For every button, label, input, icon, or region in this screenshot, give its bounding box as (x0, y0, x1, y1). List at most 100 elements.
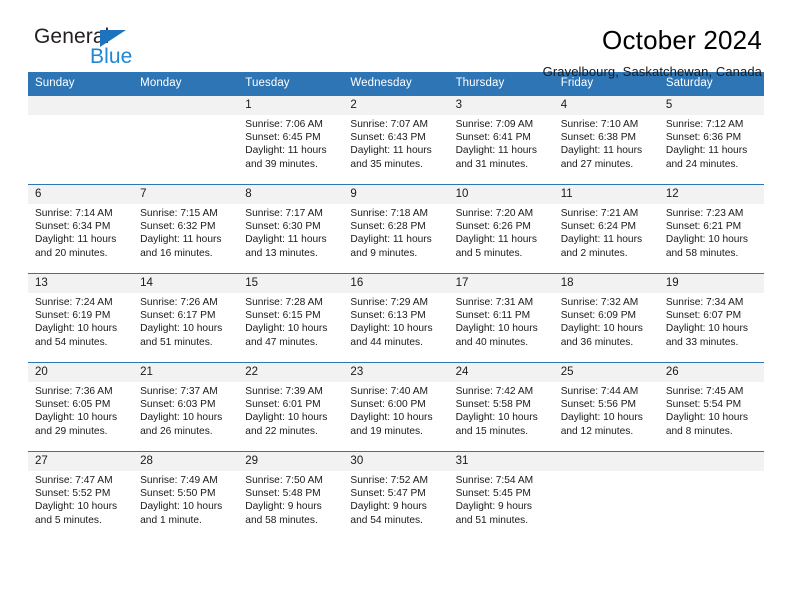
calendar-week-row: 20 Sunrise: 7:36 AM Sunset: 6:05 PM Dayligh… (28, 362, 764, 452)
weekday-header-tuesday: Tuesday (238, 72, 344, 96)
calendar-day-cell[interactable]: 1 Sunrise: 7:06 AM Sunset: 6:45 PM Daylight… (238, 95, 344, 185)
day-number: 14 (133, 274, 239, 293)
daylight-text: Daylight: 10 hours and 22 minutes. (245, 412, 328, 437)
sunrise-text: Sunrise: 7:28 AM (245, 297, 323, 308)
calendar-day-cell[interactable]: 25 Sunrise: 7:44 AM Sunset: 5:56 PM Dayligh… (553, 362, 659, 452)
calendar-day-cell[interactable]: 21 Sunrise: 7:37 AM Sunset: 6:03 PM Dayligh… (133, 362, 239, 452)
general-blue-logo[interactable]: General Blue (28, 26, 148, 72)
calendar-day-cell[interactable]: 26 Sunrise: 7:45 AM Sunset: 5:54 PM Dayligh… (658, 362, 764, 452)
calendar-day-cell[interactable]: 9 Sunrise: 7:18 AM Sunset: 6:28 PM Daylight… (343, 184, 449, 274)
weekday-header-sunday: Sunday (28, 72, 134, 96)
day-number: 15 (238, 274, 344, 293)
calendar-day-cell[interactable]: 7 Sunrise: 7:15 AM Sunset: 6:32 PM Daylight… (133, 184, 239, 274)
day-number: 19 (658, 274, 764, 293)
day-details: Sunrise: 7:40 AM Sunset: 6:00 PM Daylight:… (343, 382, 448, 438)
day-number: 28 (133, 452, 239, 471)
day-details: Sunrise: 7:06 AM Sunset: 6:45 PM Daylight:… (238, 115, 343, 171)
daylight-text: Daylight: 11 hours and 16 minutes. (140, 234, 222, 259)
calendar-day-cell[interactable]: 6 Sunrise: 7:14 AM Sunset: 6:34 PM Daylight… (28, 184, 134, 274)
logo-text-blue: Blue (90, 45, 133, 68)
sunset-text: Sunset: 6:32 PM (140, 221, 216, 233)
day-number: 30 (343, 452, 449, 471)
day-number: 2 (343, 96, 449, 115)
day-details: Sunrise: 7:45 AM Sunset: 5:54 PM Daylight:… (659, 382, 764, 438)
sunrise-text: Sunrise: 7:34 AM (665, 297, 744, 308)
day-number: 31 (448, 452, 554, 471)
day-details: Sunrise: 7:34 AM Sunset: 6:07 PM Daylight:… (659, 293, 764, 349)
calendar-day-cell[interactable]: 12 Sunrise: 7:23 AM Sunset: 6:21 PM Dayligh… (658, 184, 764, 274)
day-details: Sunrise: 7:29 AM Sunset: 6:13 PM Daylight:… (343, 293, 448, 349)
sunset-text: Sunset: 6:09 PM (560, 310, 637, 322)
daylight-text: Daylight: 10 hours and 26 minutes. (140, 412, 223, 437)
calendar-day-cell[interactable]: 31 Sunrise: 7:54 AM Sunset: 5:45 PM Dayligh… (448, 451, 554, 541)
calendar-day-cell[interactable]: 8 Sunrise: 7:17 AM Sunset: 6:30 PM Daylight… (238, 184, 344, 274)
sunset-text: Sunset: 6:21 PM (665, 221, 742, 233)
calendar-day-cell[interactable]: 5 Sunrise: 7:12 AM Sunset: 6:36 PM Daylight… (658, 95, 764, 185)
calendar-cell-empty (658, 451, 764, 541)
daylight-text: Daylight: 9 hours and 58 minutes. (245, 501, 322, 526)
sunrise-text: Sunrise: 7:10 AM (560, 119, 639, 130)
sunset-text: Sunset: 6:17 PM (140, 310, 216, 322)
weekday-header-thursday: Thursday (448, 72, 554, 96)
calendar-day-cell[interactable]: 3 Sunrise: 7:09 AM Sunset: 6:41 PM Daylight… (448, 95, 554, 185)
calendar-day-cell[interactable]: 17 Sunrise: 7:31 AM Sunset: 6:11 PM Dayligh… (448, 273, 554, 363)
sunrise-text: Sunrise: 7:06 AM (245, 119, 323, 130)
calendar-week-row: 13 Sunrise: 7:24 AM Sunset: 6:19 PM Dayligh… (28, 273, 764, 363)
sunrise-text: Sunrise: 7:17 AM (245, 208, 323, 219)
day-number: 1 (238, 96, 344, 115)
sunrise-sunset-calendar: Sunday Monday Tuesday Wednesday Thursday Frid… (28, 72, 764, 541)
day-details: Sunrise: 7:31 AM Sunset: 6:11 PM Daylight:… (449, 293, 554, 349)
sunset-text: Sunset: 5:47 PM (350, 488, 426, 500)
day-details: Sunrise: 7:44 AM Sunset: 5:56 PM Daylight:… (554, 382, 659, 438)
calendar-day-cell[interactable]: 4 Sunrise: 7:10 AM Sunset: 6:38 PM Daylight… (553, 95, 659, 185)
calendar-day-cell[interactable]: 24 Sunrise: 7:42 AM Sunset: 5:58 PM Dayligh… (448, 362, 554, 452)
sunset-text: Sunset: 6:24 PM (560, 221, 637, 233)
calendar-day-cell[interactable]: 19 Sunrise: 7:34 AM Sunset: 6:07 PM Dayligh… (658, 273, 764, 363)
day-number: 13 (28, 274, 134, 293)
day-number (658, 452, 764, 471)
sunrise-text: Sunrise: 7:07 AM (350, 119, 429, 130)
day-number: 9 (343, 185, 449, 204)
calendar-day-cell[interactable]: 28 Sunrise: 7:49 AM Sunset: 5:50 PM Dayligh… (133, 451, 239, 541)
sunset-text: Sunset: 5:45 PM (455, 488, 531, 500)
calendar-day-cell[interactable]: 15 Sunrise: 7:28 AM Sunset: 6:15 PM Dayligh… (238, 273, 344, 363)
daylight-text: Daylight: 10 hours and 8 minutes. (665, 412, 748, 437)
day-details: Sunrise: 7:28 AM Sunset: 6:15 PM Daylight:… (238, 293, 343, 349)
day-details: Sunrise: 7:49 AM Sunset: 5:50 PM Daylight:… (133, 471, 238, 527)
calendar-day-cell[interactable]: 20 Sunrise: 7:36 AM Sunset: 6:05 PM Dayligh… (28, 362, 134, 452)
sunrise-text: Sunrise: 7:50 AM (245, 475, 323, 486)
calendar-day-cell[interactable]: 16 Sunrise: 7:29 AM Sunset: 6:13 PM Dayligh… (343, 273, 449, 363)
day-number: 12 (658, 185, 764, 204)
daylight-text: Daylight: 10 hours and 36 minutes. (560, 323, 643, 348)
calendar-day-cell[interactable]: 11 Sunrise: 7:21 AM Sunset: 6:24 PM Dayligh… (553, 184, 659, 274)
daylight-text: Daylight: 10 hours and 33 minutes. (665, 323, 748, 348)
calendar-day-cell[interactable]: 27 Sunrise: 7:47 AM Sunset: 5:52 PM Dayligh… (28, 451, 134, 541)
sunrise-text: Sunrise: 7:47 AM (35, 475, 113, 486)
sunset-text: Sunset: 6:11 PM (455, 310, 531, 322)
daylight-text: Daylight: 11 hours and 20 minutes. (35, 234, 117, 259)
weekday-header-wednesday: Wednesday (343, 72, 449, 96)
day-number: 27 (28, 452, 134, 471)
calendar-day-cell[interactable]: 14 Sunrise: 7:26 AM Sunset: 6:17 PM Dayligh… (133, 273, 239, 363)
calendar-day-cell[interactable]: 23 Sunrise: 7:40 AM Sunset: 6:00 PM Dayligh… (343, 362, 449, 452)
sunset-text: Sunset: 5:56 PM (560, 399, 637, 411)
calendar-day-cell[interactable]: 2 Sunrise: 7:07 AM Sunset: 6:43 PM Daylight… (343, 95, 449, 185)
calendar-day-cell[interactable]: 18 Sunrise: 7:32 AM Sunset: 6:09 PM Dayligh… (553, 273, 659, 363)
calendar-day-cell[interactable]: 29 Sunrise: 7:50 AM Sunset: 5:48 PM Dayligh… (238, 451, 344, 541)
daylight-text: Daylight: 10 hours and 54 minutes. (35, 323, 118, 348)
calendar-day-cell[interactable]: 10 Sunrise: 7:20 AM Sunset: 6:26 PM Dayligh… (448, 184, 554, 274)
daylight-text: Daylight: 10 hours and 15 minutes. (455, 412, 538, 437)
day-details: Sunrise: 7:07 AM Sunset: 6:43 PM Daylight:… (343, 115, 448, 171)
day-number: 18 (553, 274, 659, 293)
daylight-text: Daylight: 10 hours and 44 minutes. (350, 323, 433, 348)
day-details: Sunrise: 7:37 AM Sunset: 6:03 PM Daylight:… (133, 382, 238, 438)
day-details: Sunrise: 7:17 AM Sunset: 6:30 PM Daylight:… (238, 204, 343, 260)
sunrise-text: Sunrise: 7:15 AM (140, 208, 218, 219)
daylight-text: Daylight: 10 hours and 51 minutes. (140, 323, 223, 348)
day-number: 17 (448, 274, 554, 293)
calendar-day-cell[interactable]: 22 Sunrise: 7:39 AM Sunset: 6:01 PM Dayligh… (238, 362, 344, 452)
calendar-day-cell[interactable]: 13 Sunrise: 7:24 AM Sunset: 6:19 PM Dayligh… (28, 273, 134, 363)
daylight-text: Daylight: 11 hours and 39 minutes. (245, 145, 327, 170)
sunset-text: Sunset: 6:05 PM (35, 399, 111, 411)
calendar-day-cell[interactable]: 30 Sunrise: 7:52 AM Sunset: 5:47 PM Dayligh… (343, 451, 449, 541)
